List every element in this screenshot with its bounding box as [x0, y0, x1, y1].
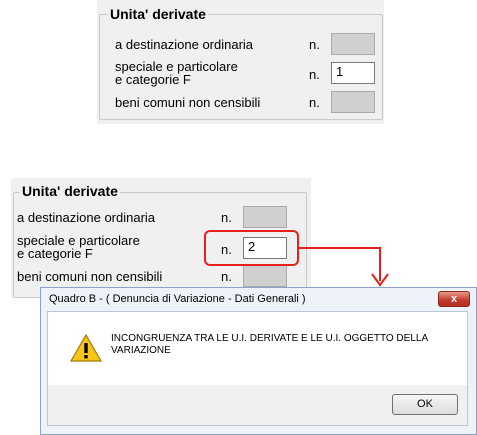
bottom-row-ordinaria-n: n.	[221, 210, 232, 225]
bottom-row-beni-comuni-label: beni comuni non censibili	[17, 269, 163, 284]
top-row-ordinaria-label: a destinazione ordinaria	[115, 37, 254, 52]
bottom-field-beni-comuni	[243, 265, 287, 287]
top-field-beni-comuni	[331, 91, 375, 113]
bottom-row-ordinaria-label: a destinazione ordinaria	[17, 210, 156, 225]
arrow-connector-horizontal	[299, 247, 381, 249]
top-field-ordinaria	[331, 33, 375, 55]
warning-dialog: Quadro B - ( Denuncia di Variazione - Da…	[40, 287, 477, 435]
bottom-field-ordinaria	[243, 206, 287, 228]
arrow-head-icon	[371, 273, 389, 287]
top-row-beni-comuni-n: n.	[309, 95, 320, 110]
top-group-title: Unita' derivate	[108, 6, 208, 22]
dialog-close-button[interactable]: x	[438, 291, 470, 307]
warning-icon	[69, 333, 103, 362]
dialog-message: INCONGRUENZA TRA LE U.I. DERIVATE E LE U…	[111, 333, 428, 356]
dialog-footer: OK	[48, 385, 467, 425]
bottom-group-title: Unita' derivate	[20, 183, 120, 199]
top-form-panel: Unita' derivate a destinazione ordinaria…	[97, 0, 384, 124]
dialog-title: Quadro B - ( Denuncia di Variazione - Da…	[49, 293, 306, 305]
dialog-body: INCONGRUENZA TRA LE U.I. DERIVATE E LE U…	[47, 311, 468, 426]
top-field-speciale[interactable]: 1	[331, 62, 375, 84]
ok-button[interactable]: OK	[392, 394, 458, 415]
bottom-row-beni-comuni-n: n.	[221, 269, 232, 284]
top-row-beni-comuni-label: beni comuni non censibili	[115, 95, 261, 110]
bottom-row-speciale-label-2: e categorie F	[17, 246, 93, 261]
top-row-speciale-n: n.	[309, 67, 320, 82]
highlight-box	[204, 230, 299, 266]
top-row-ordinaria-n: n.	[309, 37, 320, 52]
top-row-speciale-label-2: e categorie F	[115, 72, 191, 87]
